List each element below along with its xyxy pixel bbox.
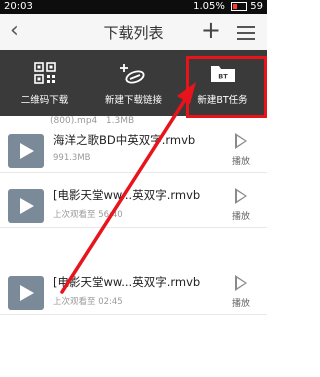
covered-file-size: 1.3MB — [105, 116, 135, 126]
play-label: 播放 — [231, 157, 250, 167]
battery-percent: 1.05% — [193, 1, 225, 12]
file-meta: 991.3MB — [53, 153, 91, 163]
covered-file-name: (800).mp4 — [50, 116, 98, 126]
play-label: 播放 — [231, 212, 250, 222]
play-button[interactable]: 播放 — [226, 188, 256, 222]
plus-icon[interactable]: + — [201, 16, 221, 44]
list-item[interactable]: 海洋之歌BD中英双字.rmvb 991.3MB 播放 — [0, 128, 267, 173]
list-item[interactable]: [电影天堂ww...英双字.rmvb 上次观看至 02:45 播放 — [0, 270, 267, 315]
play-icon — [234, 133, 247, 149]
status-right: 1.05% 59 — [193, 0, 263, 14]
file-meta: 上次观看至 56:40 — [53, 210, 123, 220]
video-thumbnail-icon — [8, 189, 44, 223]
status-time: 20:03 — [4, 1, 33, 12]
file-name: [电影天堂ww...英双字.rmvb — [53, 275, 201, 289]
menu-item-qr-download[interactable]: 二维码下载 — [0, 50, 89, 116]
file-meta: 上次观看至 02:45 — [53, 297, 123, 307]
video-thumbnail-icon — [8, 134, 44, 168]
play-button[interactable]: 播放 — [226, 275, 256, 309]
hamburger-icon[interactable] — [237, 26, 255, 40]
battery-icon — [231, 1, 248, 11]
play-icon — [234, 275, 247, 291]
link-add-icon — [89, 62, 178, 84]
highlight-box — [186, 56, 267, 118]
video-thumbnail-icon — [8, 276, 44, 310]
play-label: 播放 — [231, 299, 250, 309]
play-icon — [234, 188, 247, 204]
list-item[interactable]: [电影天堂ww...英双字.rmvb 上次观看至 56:40 播放 — [0, 183, 267, 228]
menu-item-label: 二维码下载 — [20, 95, 69, 106]
qr-code-icon — [0, 62, 89, 84]
status-bar: 20:03 1.05% 59 — [0, 0, 267, 14]
file-name: [电影天堂ww...英双字.rmvb — [53, 188, 201, 202]
status-clock: 59 — [250, 1, 263, 12]
page-title: 下载列表 — [103, 24, 164, 42]
play-button[interactable]: 播放 — [226, 133, 256, 167]
title-bar: ‹ 下载列表 + — [0, 14, 267, 51]
file-name: 海洋之歌BD中英双字.rmvb — [53, 133, 196, 147]
menu-item-label: 新建下载链接 — [104, 95, 162, 106]
menu-item-new-link[interactable]: 新建下载链接 — [89, 50, 178, 116]
